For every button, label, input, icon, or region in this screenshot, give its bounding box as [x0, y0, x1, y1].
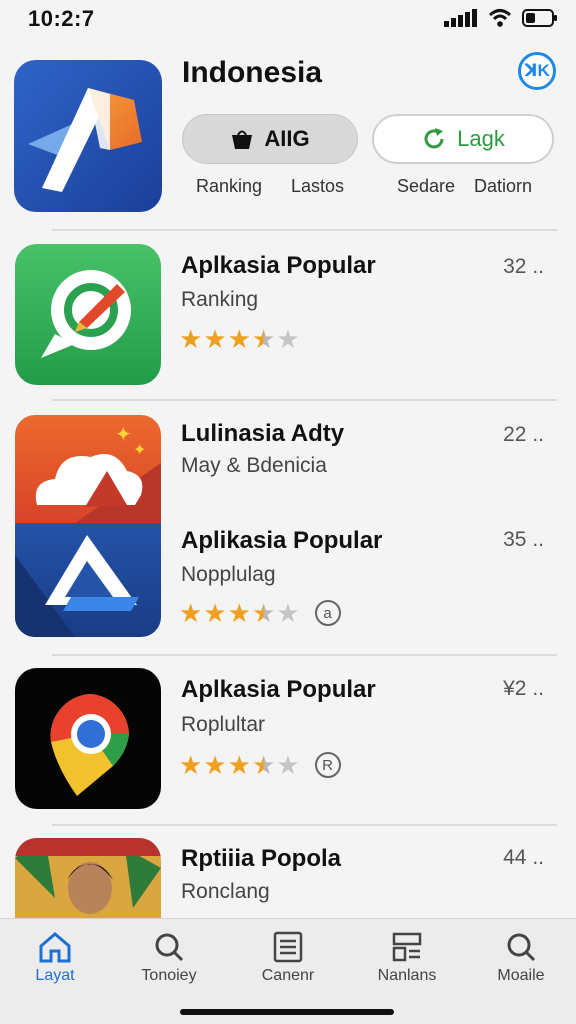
map-pin-app-icon[interactable] [15, 668, 161, 809]
empty-star-icon: ★ [276, 598, 300, 628]
battery-icon [522, 9, 557, 27]
app-title[interactable]: Rptiiia Popola [181, 845, 341, 873]
svg-text:✦: ✦ [115, 422, 132, 446]
tab-label: Nanlans [377, 967, 437, 984]
svg-text:✦: ✦ [133, 440, 146, 459]
star-icon: ★ [227, 324, 251, 354]
divider [52, 654, 557, 656]
sub-label-lastos[interactable]: Lastos [291, 176, 344, 197]
cloud-mountain-app-icon[interactable]: ✦ ✦ [15, 415, 161, 637]
star-icon: ★ [179, 750, 203, 780]
app-subtitle: Ranking [181, 288, 259, 311]
tab-label: Tonoiey [141, 967, 197, 984]
list-icon [273, 931, 303, 963]
tab-nanlans[interactable]: Nanlans [352, 931, 462, 985]
star-icon: ★ [179, 598, 203, 628]
app-subtitle: May & Bdenicia [181, 454, 327, 477]
secondary-action-button[interactable]: Lagk [372, 114, 554, 164]
wifi-icon [488, 9, 512, 27]
app-subtitle: Roplultar [181, 713, 266, 736]
page-title: Indonesia [182, 56, 323, 89]
app-meta: 35 .. [503, 528, 544, 551]
star-icon: ★ [227, 598, 251, 628]
home-icon [39, 932, 71, 963]
app-title[interactable]: Aplkasia Popular [181, 252, 376, 280]
featured-header: Indonesia ꓘK AIIG Lagk Ranking Lastos Se… [0, 44, 576, 234]
app-title[interactable]: Aplikasia Popular [181, 527, 382, 555]
status-bar: 10:2:7 [0, 0, 576, 40]
tab-canenr[interactable]: Canenr [233, 931, 343, 985]
app-meta: 22 .. [503, 423, 544, 446]
tab-label: Moaile [497, 967, 545, 984]
divider [52, 229, 557, 231]
tab-label: Canenr [261, 967, 315, 984]
refresh-icon [424, 128, 444, 149]
primary-action-button[interactable]: AIIG [182, 114, 358, 164]
star-icon: ★ [203, 598, 227, 628]
app-meta: ¥2 .. [503, 677, 544, 700]
empty-star-icon: ★ [276, 324, 300, 354]
star-rating: ★ ★ ★ ★ ★ R [179, 752, 341, 778]
status-time: 10:2:7 [28, 6, 95, 31]
profile-badge[interactable]: ꓘK [518, 52, 556, 90]
secondary-action-label: Lagk [457, 126, 505, 151]
empty-star-icon: ★ [276, 750, 300, 780]
app-subtitle: Ronclang [181, 880, 270, 903]
tab-layat[interactable]: Layat [0, 931, 110, 985]
half-star-icon: ★ [251, 750, 276, 780]
star-icon: ★ [203, 324, 227, 354]
star-icon: ★ [203, 750, 227, 780]
bag-icon [232, 130, 253, 149]
app-title[interactable]: Lulinasia Adty [181, 420, 344, 448]
featured-app-icon[interactable] [14, 60, 162, 212]
info-badge[interactable]: a [314, 600, 341, 626]
bottom-tab-bar: Layat Tonoiey Canenr Nanlans Moaile [0, 918, 576, 1024]
half-star-icon: ★ [251, 598, 276, 628]
app-subtitle: Nopplulag [181, 563, 276, 586]
signal-icon [444, 9, 477, 27]
tab-tonoiey[interactable]: Tonoiey [114, 931, 224, 985]
divider [52, 399, 557, 401]
chat-bubble-app-icon[interactable] [15, 244, 161, 385]
grid-icon [392, 932, 422, 962]
app-meta: 44 .. [503, 846, 544, 869]
primary-action-label: AIIG [264, 126, 310, 151]
info-badge[interactable]: R [314, 752, 341, 778]
app-title[interactable]: Aplkasia Popular [181, 676, 376, 704]
app-meta: 32 .. [503, 255, 544, 278]
tab-moaile[interactable]: Moaile [466, 931, 576, 985]
star-rating: ★ ★ ★ ★ ★ [179, 326, 300, 352]
star-rating: ★ ★ ★ ★ ★ a [179, 600, 341, 626]
tab-label: Layat [35, 967, 75, 984]
sub-label-sedare[interactable]: Sedare [397, 176, 455, 197]
half-star-icon: ★ [251, 324, 276, 354]
star-icon: ★ [179, 324, 203, 354]
divider [52, 824, 557, 826]
sub-label-datiorn[interactable]: Datiorn [474, 176, 532, 197]
star-icon: ★ [227, 750, 251, 780]
sub-label-ranking[interactable]: Ranking [196, 176, 262, 197]
search-icon [155, 933, 184, 962]
home-indicator[interactable] [180, 1009, 394, 1015]
status-icons [444, 8, 558, 28]
search-icon [507, 933, 536, 962]
